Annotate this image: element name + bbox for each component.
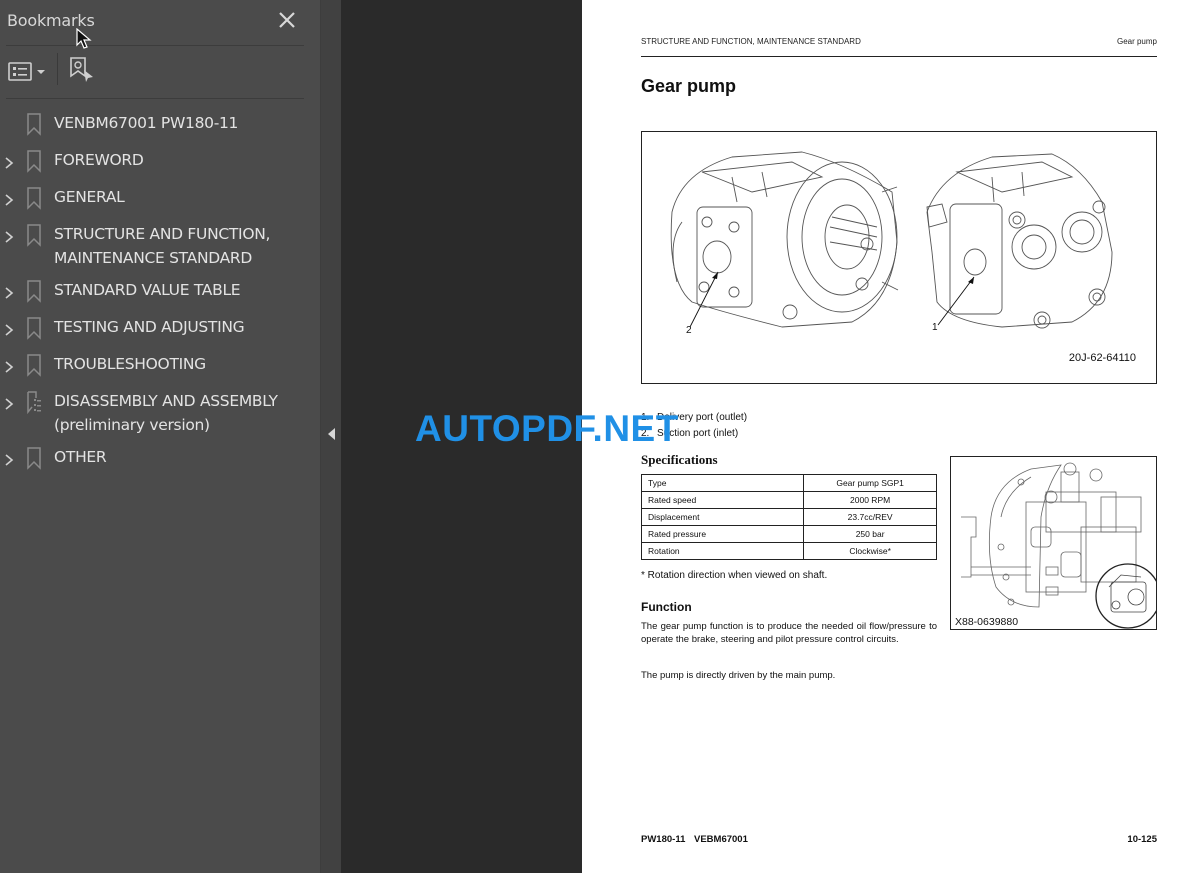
table-row: Rated speed 2000 RPM bbox=[640, 491, 937, 509]
bookmark-icon bbox=[26, 279, 42, 303]
gear-pump-figure: 2 1 20J-62-64110 bbox=[641, 131, 1157, 384]
header-rule bbox=[641, 56, 1157, 57]
main-pump-illustration bbox=[961, 462, 1156, 629]
list-options-icon bbox=[8, 62, 45, 81]
bookmark-icon bbox=[26, 353, 42, 377]
divider bbox=[6, 98, 304, 99]
chevron-right-icon[interactable] bbox=[3, 452, 15, 466]
bookmarks-toolbar bbox=[0, 46, 320, 98]
bookmark-item[interactable]: GENERAL bbox=[0, 181, 320, 218]
bookmark-item[interactable]: TROUBLESHOOTING bbox=[0, 348, 320, 385]
function-heading: Function bbox=[641, 600, 692, 614]
bookmark-icon bbox=[26, 316, 42, 340]
close-icon[interactable] bbox=[276, 9, 298, 31]
bookmark-list: VENBM67001 PW180-11 FOREWORD GENERAL STRUCT… bbox=[0, 107, 320, 478]
bookmark-item[interactable]: TESTING AND ADJUSTING bbox=[0, 311, 320, 348]
function-paragraph: The pump is directly driven by the main … bbox=[641, 670, 836, 681]
running-header-topic: Gear pump bbox=[1116, 37, 1157, 46]
bookmark-icon bbox=[26, 186, 42, 210]
chevron-right-icon[interactable] bbox=[3, 322, 15, 336]
chevron-right-icon[interactable] bbox=[3, 155, 15, 169]
bookmarks-header: Bookmarks bbox=[0, 0, 320, 45]
options-menu-button[interactable] bbox=[8, 60, 48, 84]
chevron-right-icon[interactable] bbox=[3, 285, 15, 299]
specifications-note: * Rotation direction when viewed on shaf… bbox=[641, 570, 828, 581]
bookmarks-panel: Bookmarks VENBM67001 PW180-11 FOREWORD G… bbox=[0, 0, 320, 873]
chevron-right-icon[interactable] bbox=[3, 229, 15, 243]
bookmark-label: GENERAL bbox=[54, 188, 125, 206]
bookmark-label: STANDARD VALUE TABLE bbox=[54, 281, 241, 299]
specifications-table: Type Gear pump SGP1 Rated speed 2000 RPM D… bbox=[640, 474, 937, 560]
table-row: Type Gear pump SGP1 bbox=[640, 474, 937, 492]
bookmark-item[interactable]: STRUCTURE AND FUNCTION, MAINTENANCE STAN… bbox=[0, 218, 320, 274]
bookmark-item[interactable]: STANDARD VALUE TABLE bbox=[0, 274, 320, 311]
chevron-right-icon[interactable] bbox=[3, 359, 15, 373]
pump-location-figure: X88-0639880 bbox=[950, 456, 1157, 630]
bookmark-label: FOREWORD bbox=[54, 151, 144, 169]
bookmark-item[interactable]: DISASSEMBLY AND ASSEMBLY (preliminary ve… bbox=[0, 385, 320, 441]
callout-label: 1 bbox=[932, 322, 938, 333]
bookmark-icon bbox=[26, 112, 42, 136]
mouse-cursor-icon bbox=[76, 28, 92, 49]
bookmark-icon bbox=[26, 446, 42, 470]
bookmark-label: STRUCTURE AND FUNCTION, MAINTENANCE STAN… bbox=[54, 225, 271, 267]
find-current-bookmark-icon bbox=[70, 57, 93, 82]
bookmark-item[interactable]: VENBM67001 PW180-11 bbox=[0, 107, 320, 144]
bookmark-icon bbox=[26, 149, 42, 173]
specifications-heading: Specifications bbox=[641, 452, 718, 467]
table-row: Rated pressure 250 bar bbox=[640, 525, 937, 543]
bookmark-label: OTHER bbox=[54, 448, 107, 466]
page-footer-model: PW180-11 VEBM67001 bbox=[641, 834, 748, 845]
bookmark-item[interactable]: OTHER bbox=[0, 441, 320, 478]
table-row: Rotation Clockwise* bbox=[640, 542, 937, 560]
chevron-right-icon[interactable] bbox=[3, 396, 15, 410]
bookmark-label: VENBM67001 PW180-11 bbox=[54, 114, 239, 132]
bookmark-structure-icon bbox=[26, 390, 42, 415]
toolbar-separator bbox=[57, 53, 58, 85]
function-paragraph: The gear pump function is to produce the… bbox=[641, 621, 937, 645]
callout-label: 2 bbox=[686, 325, 692, 336]
table-row: Displacement 23.7cc/REV bbox=[640, 508, 937, 526]
bookmark-label: TESTING AND ADJUSTING bbox=[54, 318, 245, 336]
figure-code: 20J-62-64110 bbox=[1068, 352, 1136, 364]
bookmark-label: TROUBLESHOOTING bbox=[54, 355, 206, 373]
bookmark-item[interactable]: FOREWORD bbox=[0, 144, 320, 181]
bookmark-icon bbox=[26, 223, 42, 247]
page-number: 10-125 bbox=[1127, 834, 1157, 845]
running-header-section: STRUCTURE AND FUNCTION, MAINTENANCE STAN… bbox=[641, 37, 861, 46]
collapse-panel-handle[interactable] bbox=[320, 0, 341, 873]
figure-code: X88-0639880 bbox=[955, 616, 1019, 628]
find-current-bookmark-button[interactable] bbox=[69, 56, 95, 84]
page-title: Gear pump bbox=[641, 76, 737, 96]
chevron-right-icon[interactable] bbox=[3, 192, 15, 206]
collapse-panel-arrow-icon[interactable] bbox=[328, 428, 335, 440]
bookmark-label: DISASSEMBLY AND ASSEMBLY (preliminary ve… bbox=[54, 392, 278, 434]
gear-pump-illustration bbox=[670, 151, 1113, 329]
watermark: AUTOPDF.NET bbox=[415, 408, 679, 449]
